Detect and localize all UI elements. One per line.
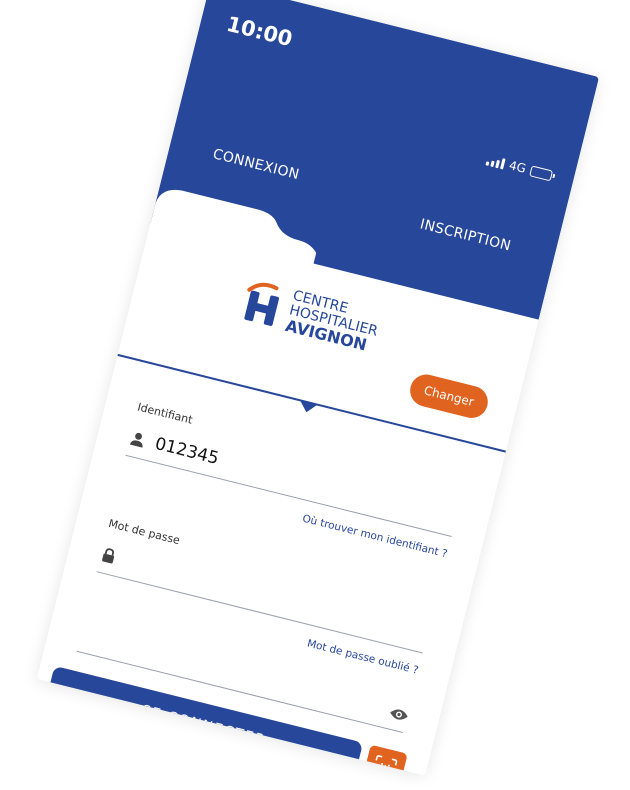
status-indicators: 4G (485, 153, 554, 183)
network-type: 4G (507, 158, 528, 176)
lock-icon (102, 548, 115, 564)
face-id-icon (372, 755, 398, 776)
tab-connexion[interactable]: CONNEXION (211, 146, 301, 183)
status-time: 10:00 (224, 11, 295, 52)
phone-screen: 10:00 4G CONNEXION INSCRIPTION CENTRE HO… (36, 0, 600, 776)
user-icon (129, 432, 143, 448)
login-card: CENTRE HOSPITALIER AVIGNON Changer Ident… (36, 179, 550, 776)
battery-icon (529, 164, 554, 181)
signal-bars-icon (485, 154, 506, 170)
stage: 10:00 4G CONNEXION INSCRIPTION CENTRE HO… (0, 0, 630, 790)
